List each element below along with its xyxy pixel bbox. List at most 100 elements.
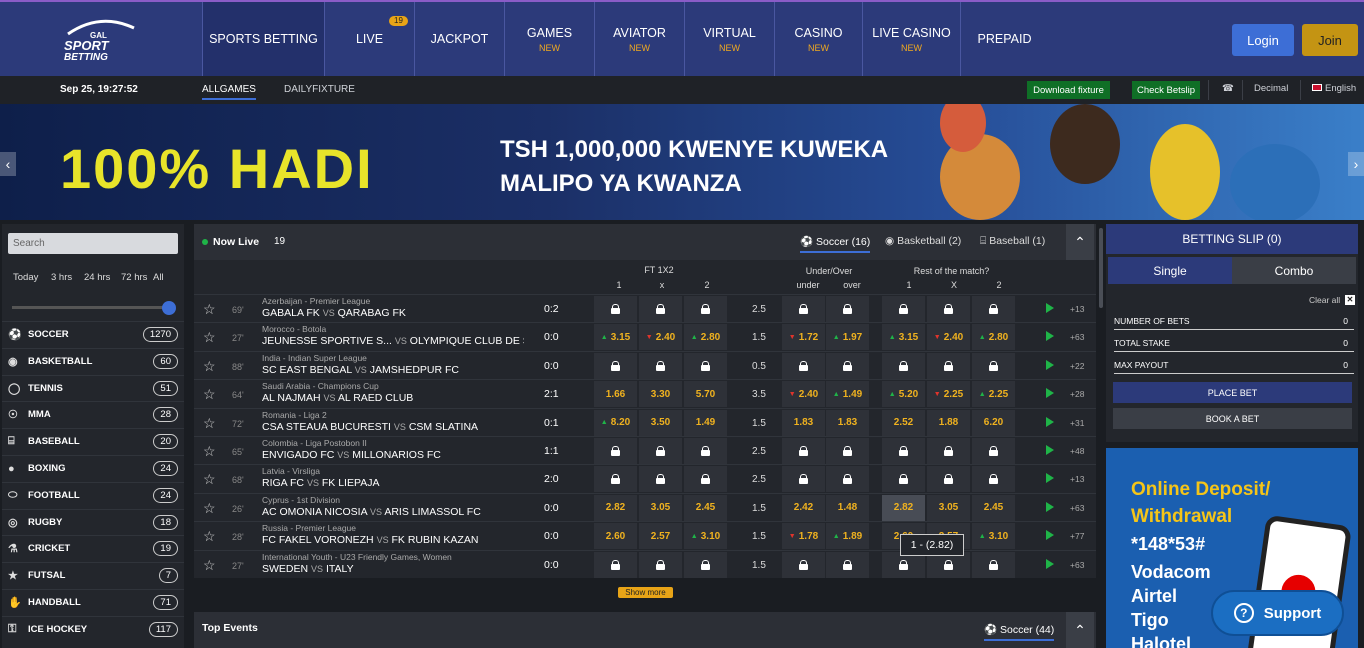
favorite-star-icon[interactable]: ☆ bbox=[203, 528, 216, 545]
nav-item-prepaid[interactable]: PREPAID bbox=[960, 2, 1048, 76]
nav-item-casino[interactable]: CASINO NEW bbox=[774, 2, 862, 76]
odds-ft-x[interactable]: 3.50 bbox=[639, 409, 682, 436]
time-slider-handle[interactable] bbox=[162, 301, 176, 315]
match-teams[interactable]: GABALA FK VS QARABAG FK bbox=[262, 307, 524, 319]
odds-over[interactable]: 1.48 bbox=[826, 494, 869, 521]
match-teams[interactable]: AC OMONIA NICOSIA VS ARIS LIMASSOL FC bbox=[262, 506, 524, 518]
more-markets-count[interactable]: +28 bbox=[1070, 389, 1084, 399]
odds-rest-2[interactable]: 6.20 bbox=[972, 409, 1015, 436]
more-markets-count[interactable]: +63 bbox=[1070, 503, 1084, 513]
match-teams[interactable]: JEUNESSE SPORTIVE S... VS OLYMPIQUE CLUB… bbox=[262, 335, 524, 347]
odds-over[interactable]: ▲ 1.89 bbox=[826, 523, 869, 550]
odds-rest-2[interactable]: ▲ 2.25 bbox=[972, 381, 1015, 408]
sidebar-item-tennis[interactable]: ◯ TENNIS 51 bbox=[2, 374, 184, 401]
tab-combo[interactable]: Combo bbox=[1232, 257, 1356, 284]
play-icon[interactable] bbox=[1046, 501, 1054, 512]
odds-ft-x[interactable]: ▼ 2.40 bbox=[639, 324, 682, 351]
odds-ft-2[interactable]: 5.70 bbox=[684, 381, 727, 408]
odds-ft-2[interactable] bbox=[684, 296, 727, 322]
more-markets-count[interactable]: +13 bbox=[1070, 304, 1084, 314]
support-button[interactable]: ? Support bbox=[1211, 590, 1344, 636]
site-logo[interactable]: GAL SPORT BETTING bbox=[60, 18, 140, 62]
odds-ft-1[interactable] bbox=[594, 352, 637, 379]
odds-under[interactable]: ▼ 1.78 bbox=[782, 523, 825, 550]
odds-ft-1[interactable] bbox=[594, 551, 637, 578]
time-filter-today[interactable]: Today bbox=[13, 272, 38, 283]
odds-ft-1[interactable]: ▲ 8.20 bbox=[594, 409, 637, 436]
play-icon[interactable] bbox=[1046, 473, 1054, 484]
join-button[interactable]: Join bbox=[1302, 24, 1358, 56]
tab-baseball[interactable]: ⌸ Baseball (1) bbox=[980, 235, 1045, 248]
odds-over[interactable] bbox=[826, 551, 869, 578]
odds-ft-x[interactable]: 2.57 bbox=[639, 523, 682, 550]
sidebar-item-futsal[interactable]: ★ FUTSAL 7 bbox=[2, 562, 184, 588]
nav-item-virtual[interactable]: VIRTUAL NEW bbox=[684, 2, 774, 76]
odds-ft-2[interactable]: ▲ 2.80 bbox=[684, 324, 727, 351]
odds-over[interactable]: 1.83 bbox=[826, 409, 869, 436]
odds-ft-2[interactable] bbox=[684, 466, 727, 493]
collapse-top-events-icon[interactable]: ⌃ bbox=[1066, 612, 1094, 648]
odds-over[interactable] bbox=[826, 438, 869, 464]
close-icon[interactable]: ✕ bbox=[1345, 295, 1355, 305]
tab-basketball[interactable]: ◉ Basketball (2) bbox=[885, 235, 961, 247]
favorite-star-icon[interactable]: ☆ bbox=[203, 500, 216, 517]
sidebar-item-cricket[interactable]: ⚗ CRICKET 19 bbox=[2, 535, 184, 561]
odds-rest-x[interactable] bbox=[927, 352, 970, 379]
match-teams[interactable]: AL NAJMAH VS AL RAED CLUB bbox=[262, 392, 524, 404]
sidebar-item-handball[interactable]: ✋ HANDBALL 71 bbox=[2, 589, 184, 615]
favorite-star-icon[interactable]: ☆ bbox=[203, 386, 216, 403]
odds-ft-1[interactable] bbox=[594, 438, 637, 464]
odds-ft-x[interactable] bbox=[639, 551, 682, 578]
sidebar-item-boxing[interactable]: ● BOXING 24 bbox=[2, 455, 184, 481]
collapse-live-icon[interactable]: ⌃ bbox=[1066, 224, 1094, 260]
odds-ft-1[interactable]: ▲ 3.15 bbox=[594, 324, 637, 351]
search-input[interactable]: Search bbox=[8, 233, 178, 254]
sidebar-item-football[interactable]: ⬭ FOOTBALL 24 bbox=[2, 481, 184, 508]
odds-ft-x[interactable]: 3.05 bbox=[639, 494, 682, 521]
sidebar-item-mma[interactable]: ☉ MMA 28 bbox=[2, 401, 184, 427]
language-select[interactable]: English bbox=[1312, 83, 1356, 94]
odds-under[interactable] bbox=[782, 438, 825, 464]
nav-item-sports-betting[interactable]: SPORTS BETTING bbox=[202, 2, 324, 76]
scrollbar[interactable] bbox=[1099, 228, 1103, 308]
match-teams[interactable]: FC FAKEL VORONEZH VS FK RUBIN KAZAN bbox=[262, 534, 524, 546]
tab-dailyfixture[interactable]: DAILYFIXTURE bbox=[284, 84, 355, 95]
odds-format-select[interactable]: Decimal bbox=[1254, 83, 1288, 94]
match-teams[interactable]: SC EAST BENGAL VS JAMSHEDPUR FC bbox=[262, 364, 524, 376]
sidebar-item-soccer[interactable]: ⚽ SOCCER 1270 bbox=[2, 321, 184, 347]
odds-ft-1[interactable]: 2.60 bbox=[594, 523, 637, 550]
play-icon[interactable] bbox=[1046, 558, 1054, 569]
banner-next-icon[interactable]: › bbox=[1348, 152, 1364, 176]
match-teams[interactable]: ENVIGADO FC VS MILLONARIOS FC bbox=[262, 449, 524, 461]
download-fixture-button[interactable]: Download fixture bbox=[1027, 81, 1110, 99]
odds-over[interactable] bbox=[826, 466, 869, 493]
favorite-star-icon[interactable]: ☆ bbox=[203, 557, 216, 574]
odds-rest-2[interactable] bbox=[972, 551, 1015, 578]
odds-ft-x[interactable]: 3.30 bbox=[639, 381, 682, 408]
odds-rest-1[interactable] bbox=[882, 352, 925, 379]
play-icon[interactable] bbox=[1046, 331, 1054, 342]
odds-ft-1[interactable]: 1.66 bbox=[594, 381, 637, 408]
odds-ft-x[interactable] bbox=[639, 438, 682, 464]
promo-banner[interactable]: 100% HADI TSH 1,000,000 KWENYE KUWEKA MA… bbox=[0, 104, 1364, 220]
more-markets-count[interactable]: +48 bbox=[1070, 446, 1084, 456]
nav-item-live-casino[interactable]: LIVE CASINO NEW bbox=[862, 2, 960, 76]
odds-rest-1[interactable] bbox=[882, 438, 925, 464]
favorite-star-icon[interactable]: ☆ bbox=[203, 358, 216, 375]
odds-rest-2[interactable]: 2.45 bbox=[972, 494, 1015, 521]
more-markets-count[interactable]: +22 bbox=[1070, 361, 1084, 371]
odds-under[interactable]: ▼ 1.72 bbox=[782, 324, 825, 351]
nav-item-aviator[interactable]: AVIATOR NEW bbox=[594, 2, 684, 76]
more-markets-count[interactable]: +63 bbox=[1070, 332, 1084, 342]
nav-item-jackpot[interactable]: JACKPOT bbox=[414, 2, 504, 76]
play-icon[interactable] bbox=[1046, 416, 1054, 427]
play-icon[interactable] bbox=[1046, 303, 1054, 313]
book-bet-button[interactable]: BOOK A BET bbox=[1113, 408, 1352, 429]
time-filter-all[interactable]: All bbox=[153, 272, 164, 283]
favorite-star-icon[interactable]: ☆ bbox=[203, 301, 216, 318]
time-slider-track[interactable] bbox=[12, 306, 174, 309]
odds-under[interactable] bbox=[782, 296, 825, 322]
odds-ft-2[interactable]: 2.45 bbox=[684, 494, 727, 521]
sidebar-item-rugby[interactable]: ◎ RUGBY 18 bbox=[2, 508, 184, 535]
login-button[interactable]: Login bbox=[1232, 24, 1294, 56]
